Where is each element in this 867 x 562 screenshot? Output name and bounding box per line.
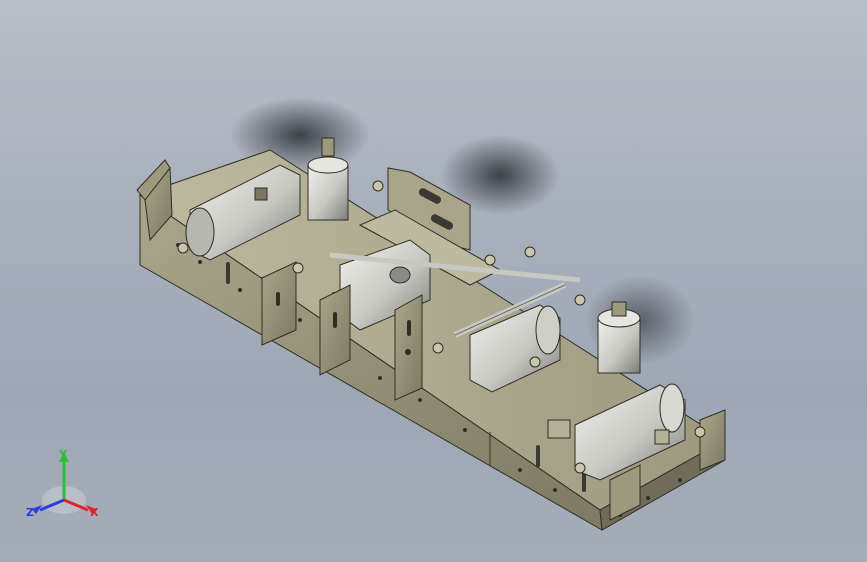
cylinder-top-right[interactable]	[597, 301, 641, 374]
axis-triad[interactable]: Y X Z	[26, 448, 106, 524]
3d-viewport[interactable]: Y X Z	[0, 0, 867, 562]
cad-model[interactable]	[0, 0, 867, 562]
z-axis-label: Z	[26, 506, 34, 519]
y-axis-label: Y	[58, 448, 68, 461]
x-axis-label: X	[90, 506, 99, 519]
